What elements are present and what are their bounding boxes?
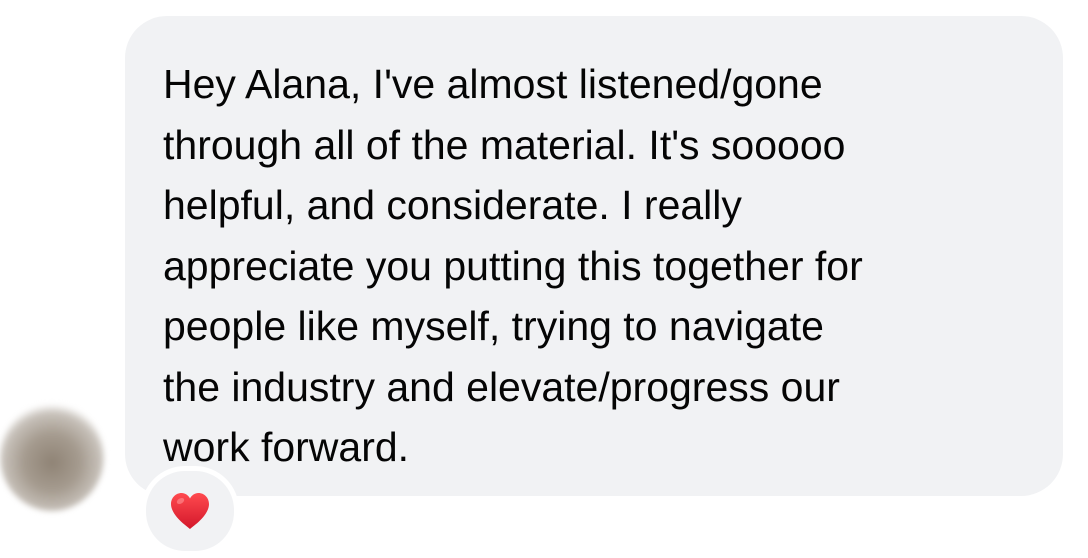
sender-avatar[interactable] [0,403,104,511]
red-heart-icon [171,493,209,529]
heart-reaction[interactable] [141,466,239,556]
message-line: helpful, and considerate. I really [163,182,742,228]
message-line: people like myself, trying to navigate [163,303,824,349]
message-line: through all of the material. It's sooooo [163,121,846,168]
message-bubble[interactable]: Hey Alana, I've almost listened/gone thr… [125,16,1063,496]
message-line: appreciate you putting this together for [163,242,863,289]
message-line: the industry and elevate/progress our [163,363,840,410]
message-line: work forward. [163,424,410,470]
message-line: Hey Alana, I've almost listened/gone [163,61,823,107]
